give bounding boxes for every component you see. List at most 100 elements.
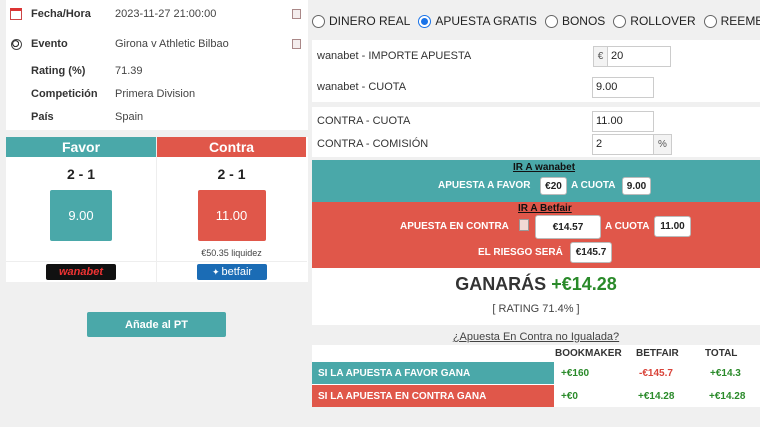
column-header: BOOKMAKER (555, 348, 622, 359)
radio-circle-icon[interactable] (613, 14, 627, 28)
column-header: BETFAIR (636, 348, 679, 359)
radio-circle-icon[interactable] (312, 14, 325, 28)
copy-icon[interactable] (519, 219, 529, 231)
ir-wanabet-link[interactable]: IR A wanabet (513, 162, 575, 173)
favor-odd-pill: 9.00 (622, 177, 651, 195)
radio-label: REEMBOLS (720, 14, 760, 28)
contra-header: Contra (157, 137, 306, 157)
contra-score: 2 - 1 (217, 166, 246, 182)
favor-line-label: APUESTA A FAVOR (438, 180, 531, 191)
favor-odd-button[interactable]: 9.00 (50, 190, 112, 241)
info-row-rating: Rating (%) 71.39 (6, 60, 308, 82)
commission-row: CONTRA - COMISIÓN 2 % (312, 133, 760, 155)
betfair-logo-cell[interactable]: ✦ betfair (157, 261, 307, 282)
percent-addon: % (653, 133, 672, 155)
info-value: Girona v Athletic Bilbao (115, 38, 229, 50)
odd-input[interactable]: 9.00 (592, 76, 654, 98)
ir-betfair-link[interactable]: IR A Betfair (518, 203, 572, 214)
outcome-table: BOOKMAKER BETFAIR TOTAL SI LA APUESTA A … (312, 345, 760, 407)
at-odds-label: A CUOTA (605, 221, 650, 232)
radio-apuesta-gratis[interactable]: APUESTA GRATIS (418, 14, 537, 28)
wanabet-logo[interactable]: wanabet (46, 264, 116, 280)
total-cell: +€14.3 (710, 367, 741, 379)
info-value: 71.39 (115, 65, 143, 77)
betfair-cell: -€145.7 (639, 367, 673, 379)
info-label: Competición (31, 88, 98, 100)
gain-label: GANARÁS (455, 274, 547, 294)
lay-bet-form: CONTRA - CUOTA 11.00 CONTRA - COMISIÓN 2… (312, 107, 760, 157)
wanabet-logo-cell[interactable]: wanabet (6, 261, 156, 282)
favor-amount-pill: €20 (540, 177, 567, 195)
lay-odd-row: CONTRA - CUOTA 11.00 (312, 110, 760, 132)
info-row-country: País Spain (6, 106, 308, 128)
risk-amount-pill: €145.7 (570, 242, 612, 263)
betfair-cell: +€14.28 (638, 390, 675, 402)
radio-selected-icon[interactable] (418, 14, 432, 28)
row-label: SI LA APUESTA A FAVOR GANA (312, 362, 554, 384)
info-label: Fecha/Hora (31, 8, 91, 20)
favor-score: 2 - 1 (66, 166, 95, 182)
radio-label: APUESTA GRATIS (435, 14, 537, 28)
radio-circle-icon[interactable] (544, 14, 558, 28)
row-label: SI LA APUESTA EN CONTRA GANA (312, 385, 554, 407)
gain-title: GANARÁS +€14.28 (312, 274, 760, 295)
favor-header: Favor (6, 137, 156, 157)
odd-label: wanabet - CUOTA (317, 81, 407, 93)
table-row: SI LA APUESTA A FAVOR GANA +€160 -€145.7… (312, 362, 760, 384)
gain-amount: +€14.28 (551, 274, 617, 294)
soccer-ball-icon (10, 38, 22, 50)
stake-row: wanabet - IMPORTE APUESTA € 20 (312, 45, 760, 67)
odds-card: Favor 2 - 1 9.00 wanabet Contra 2 - 1 11… (6, 137, 308, 282)
favor-column: Favor 2 - 1 9.00 wanabet (6, 137, 156, 282)
total-cell: +€14.28 (709, 390, 746, 402)
contra-line-label: APUESTA EN CONTRA (400, 221, 509, 232)
column-header: TOTAL (705, 348, 738, 359)
info-label: País (31, 111, 54, 123)
info-row-event: Evento Girona v Athletic Bilbao (6, 33, 308, 55)
bookmaker-cell: +€0 (561, 390, 578, 402)
calendar-icon (10, 8, 22, 20)
mode-radio-group: DINERO REAL APUESTA GRATIS BONOS ROLLOVE… (312, 8, 760, 34)
lay-odd-input[interactable]: 11.00 (592, 110, 654, 132)
lay-odd-label: CONTRA - CUOTA (317, 115, 411, 127)
no-igualada-link[interactable]: ¿Apuesta En Contra no Igualada? (312, 331, 760, 343)
liquidity-text: €50.35 liquidez (201, 248, 262, 258)
table-row: SI LA APUESTA EN CONTRA GANA +€0 +€14.28… (312, 385, 760, 407)
stake-input[interactable]: 20 (607, 45, 671, 67)
contra-odd-button[interactable]: 11.00 (197, 190, 266, 241)
bookmaker-cell: +€160 (561, 367, 590, 379)
betfair-star-icon: ✦ (211, 266, 220, 277)
back-bet-form: wanabet - IMPORTE APUESTA € 20 wanabet -… (312, 40, 760, 102)
commission-label: CONTRA - COMISIÓN (317, 138, 429, 150)
stake-label: wanabet - IMPORTE APUESTA (317, 50, 472, 62)
radio-label: BONOS (561, 14, 606, 28)
back-result-panel: IR A wanabet APUESTA A FAVOR €20 A CUOTA… (312, 160, 760, 202)
info-label: Evento (31, 38, 68, 50)
add-to-pt-button[interactable]: Añade al PT (87, 312, 226, 337)
info-label: Rating (%) (31, 65, 86, 77)
betfair-logo-text: betfair (221, 266, 253, 278)
gain-panel: GANARÁS +€14.28 [ RATING 71.4% ] (312, 268, 760, 325)
contra-odd-pill: 11.00 (654, 216, 691, 237)
radio-rollover[interactable]: ROLLOVER (613, 14, 696, 28)
radio-label: ROLLOVER (630, 14, 696, 28)
betfair-logo[interactable]: ✦ betfair (197, 264, 267, 280)
radio-bonos[interactable]: BONOS (544, 14, 606, 28)
event-info-card: Fecha/Hora 2023-11-27 21:00:00 Evento Gi… (6, 0, 308, 130)
contra-column: Contra 2 - 1 11.00 €50.35 liquidez ✦ bet… (156, 137, 307, 282)
info-row-date: Fecha/Hora 2023-11-27 21:00:00 (6, 3, 308, 25)
info-row-competition: Competición Primera Division (6, 83, 308, 105)
info-value: Primera Division (115, 88, 196, 100)
copy-icon[interactable] (292, 39, 301, 49)
commission-input[interactable]: 2 (592, 133, 654, 155)
lay-result-panel: IR A Betfair APUESTA EN CONTRA €14.57 A … (312, 202, 760, 268)
contra-amount-pill: €14.57 (535, 215, 601, 239)
copy-icon[interactable] (292, 9, 301, 19)
info-value: 2023-11-27 21:00:00 (115, 8, 217, 20)
risk-line-label: EL RIESGO SERÁ (478, 247, 563, 258)
odd-row: wanabet - CUOTA 9.00 (312, 76, 760, 98)
radio-circle-icon[interactable] (703, 14, 717, 28)
currency-addon: € (593, 45, 608, 67)
radio-dinero-real[interactable]: DINERO REAL (312, 14, 410, 28)
radio-reembols[interactable]: REEMBOLS (703, 14, 760, 28)
